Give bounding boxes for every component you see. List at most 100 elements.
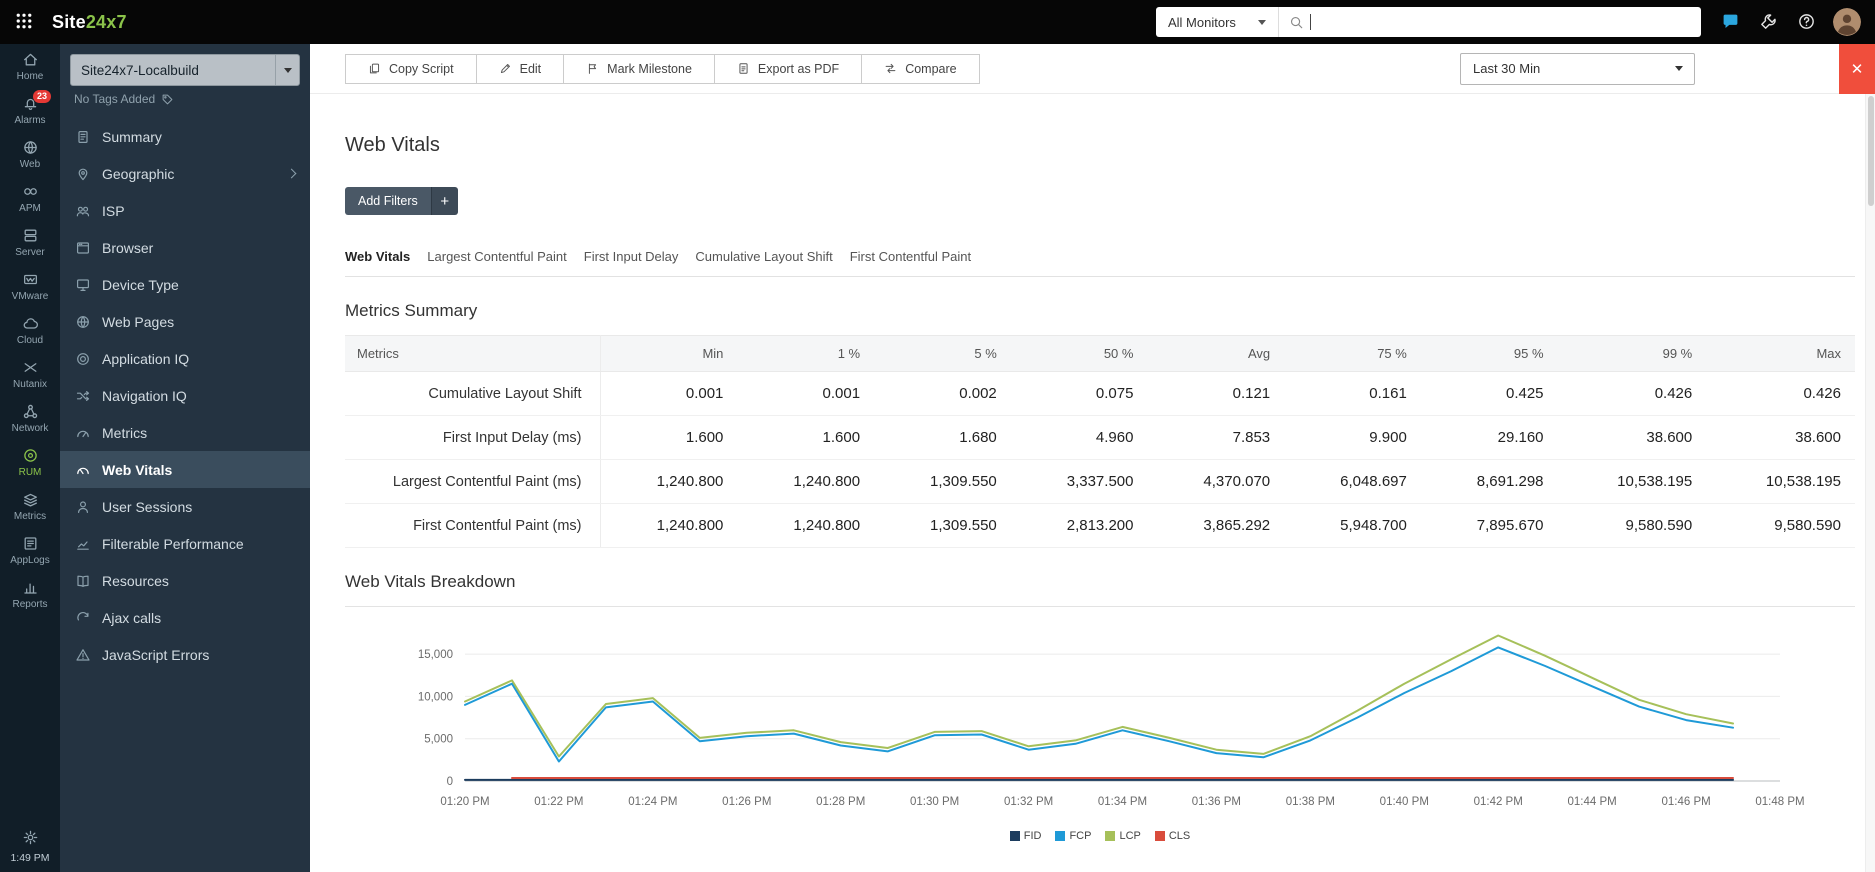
tools-button[interactable]: [1759, 12, 1779, 32]
settings-button[interactable]: [22, 829, 39, 846]
sidebar-item-filterable-performance[interactable]: Filterable Performance: [60, 525, 310, 562]
sidebar-item-device-type[interactable]: Device Type: [60, 266, 310, 303]
button-label: Mark Milestone: [607, 61, 692, 76]
legend-item-fid[interactable]: FID: [1009, 830, 1042, 842]
chevron-right-icon: [286, 168, 297, 179]
export-pdf-button[interactable]: Export as PDF: [713, 53, 863, 84]
left-rail-items: Home Alarms 23 Web APM Server VMware Cloud Nutan…: [0, 44, 60, 616]
sidebar-item-ajax-calls[interactable]: Ajax calls: [60, 599, 310, 636]
tag-icon: [161, 93, 174, 106]
search-input[interactable]: [1317, 13, 1691, 31]
scrollbar-thumb[interactable]: [1867, 96, 1874, 206]
rail-item-nutanix[interactable]: Nutanix: [0, 352, 60, 396]
resources-icon: [77, 575, 89, 587]
rail-item-cloud[interactable]: Cloud: [0, 308, 60, 352]
legend-swatch: [1009, 831, 1020, 841]
sidebar-item-geographic[interactable]: Geographic: [60, 155, 310, 192]
metric-value: 7.853: [1147, 415, 1285, 460]
nutanix-icon: [24, 363, 36, 372]
sidebar-item-summary[interactable]: Summary: [60, 118, 310, 155]
table-row: First Contentful Paint (ms) 1,240.800 1,24…: [345, 503, 1855, 548]
isp-icon: [76, 206, 90, 216]
legend-item-lcp[interactable]: LCP: [1105, 830, 1141, 842]
rail-item-network[interactable]: Network: [0, 396, 60, 440]
vmware-icon: [23, 274, 37, 285]
rail-item-server[interactable]: Server: [0, 220, 60, 264]
compare-icon: [885, 63, 896, 74]
help-button[interactable]: [1797, 12, 1817, 32]
clock-time: 1:49 PM: [10, 852, 50, 864]
metric-value: 0.161: [1284, 371, 1421, 416]
svg-text:01:28 PM: 01:28 PM: [816, 796, 865, 808]
legend-label: FID: [1023, 830, 1042, 842]
vertical-scrollbar[interactable]: [1865, 94, 1875, 872]
navigation-iq-icon: [76, 390, 90, 401]
metric-value: 10,538.195: [1706, 459, 1855, 504]
tab-cumulative-layout-shift[interactable]: Cumulative Layout Shift: [695, 249, 832, 264]
browser-icon: [76, 241, 90, 254]
column-header: 95 %: [1420, 335, 1558, 372]
time-range-select[interactable]: Last 30 Min: [1460, 52, 1695, 85]
tab-first-contentful-paint[interactable]: First Contentful Paint: [850, 249, 971, 264]
server-icon: [24, 229, 36, 242]
filterable-performance-icon: [77, 540, 89, 550]
tags-row[interactable]: No Tags Added: [74, 92, 296, 106]
sidebar-item-label: Web Pages: [102, 313, 175, 330]
topbar: Site24x7 All Monitors: [0, 0, 1875, 44]
rail-item-alarms[interactable]: Alarms 23: [0, 88, 60, 132]
sidebar-item-browser[interactable]: Browser: [60, 229, 310, 266]
edit-button[interactable]: Edit: [475, 53, 565, 84]
mark-milestone-button[interactable]: Mark Milestone: [563, 53, 715, 84]
sidebar-item-javascript-errors[interactable]: JavaScript Errors: [60, 636, 310, 673]
sidebar-item-label: JavaScript Errors: [102, 646, 210, 663]
tab-largest-contentful-paint[interactable]: Largest Contentful Paint: [427, 249, 566, 264]
rail-item-apm[interactable]: APM: [0, 176, 60, 220]
add-filters-button[interactable]: Add Filters +: [345, 187, 458, 215]
sidebar-item-user-sessions[interactable]: User Sessions: [60, 488, 310, 525]
page-content: Web Vitals Add Filters + Web Vitals Large…: [310, 134, 1875, 842]
sidebar-item-isp[interactable]: ISP: [60, 192, 310, 229]
left-rail: Home Alarms 23 Web APM Server VMware Cloud Nutan…: [0, 44, 60, 872]
sidebar-item-navigation-iq[interactable]: Navigation IQ: [60, 377, 310, 414]
legend-item-fcp[interactable]: FCP: [1055, 830, 1091, 842]
rail-item-vmware[interactable]: VMware: [0, 264, 60, 308]
reports-icon: [23, 583, 37, 594]
svg-text:01:22 PM: 01:22 PM: [534, 796, 583, 808]
table-header-row: Metrics Min 1 % 5 % 50 % Avg 75 % 95 % 99 % Max: [345, 335, 1855, 372]
rail-item-metrics[interactable]: Metrics: [0, 484, 60, 528]
tab-first-input-delay[interactable]: First Input Delay: [584, 249, 679, 264]
rail-item-rum[interactable]: RUM: [0, 440, 60, 484]
legend-item-cls[interactable]: CLS: [1154, 830, 1190, 842]
sidebar-item-application-iq[interactable]: Application IQ: [60, 340, 310, 377]
rail-item-reports[interactable]: Reports: [0, 572, 60, 616]
sidebar-item-metrics[interactable]: Metrics: [60, 414, 310, 451]
svg-text:01:40 PM: 01:40 PM: [1380, 796, 1429, 808]
metric-value: 3,337.500: [1010, 459, 1148, 504]
user-sessions-icon: [78, 500, 88, 513]
button-label: Copy Script: [389, 61, 454, 76]
sidebar-item-resources[interactable]: Resources: [60, 562, 310, 599]
sidebar-item-web-vitals[interactable]: Web Vitals: [60, 451, 310, 488]
monitor-selector[interactable]: Site24x7-Localbuild: [70, 54, 300, 86]
toolbar: Copy Script Edit Mark Milestone Export as P…: [310, 44, 1875, 94]
sidebar-item-label: Navigation IQ: [102, 387, 187, 404]
metrics-summary-title: Metrics Summary: [345, 301, 478, 320]
support-chat-button[interactable]: [1721, 12, 1741, 32]
close-button[interactable]: ✕: [1839, 44, 1875, 94]
monitors-scope-dropdown[interactable]: All Monitors: [1156, 7, 1279, 37]
rail-item-applogs[interactable]: AppLogs: [0, 528, 60, 572]
user-avatar[interactable]: [1833, 8, 1861, 36]
compare-button[interactable]: Compare: [861, 53, 980, 84]
tab-web-vitals[interactable]: Web Vitals: [345, 249, 410, 264]
apps-grid-button[interactable]: [14, 11, 36, 33]
page-title: Web Vitals: [345, 134, 440, 156]
metric-value: 1.600: [737, 415, 875, 460]
sidebar-item-label: ISP: [102, 202, 125, 219]
sidebar-item-web-pages[interactable]: Web Pages: [60, 303, 310, 340]
metric-value: 8,691.298: [1420, 459, 1558, 504]
network-icon: [23, 404, 37, 419]
site24x7-logo[interactable]: Site24x7: [52, 12, 127, 33]
rail-item-web[interactable]: Web: [0, 132, 60, 176]
rail-item-home[interactable]: Home: [0, 44, 60, 88]
copy-script-button[interactable]: Copy Script: [345, 53, 477, 84]
